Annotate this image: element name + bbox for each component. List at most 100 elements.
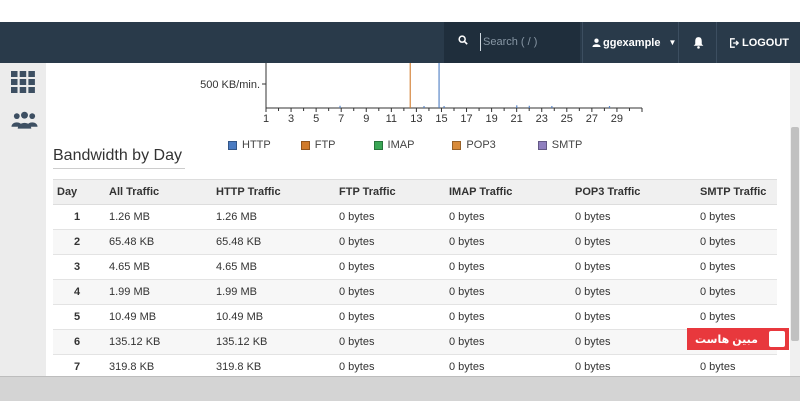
- x-tick-label: 13: [410, 113, 422, 125]
- x-tick-label: 5: [313, 113, 319, 125]
- legend-item[interactable]: FTP: [300, 139, 336, 151]
- column-header: Day: [53, 179, 101, 205]
- traffic-cell: 319.8 KB: [208, 354, 331, 376]
- user-menu[interactable]: ggexample ▼: [582, 22, 679, 63]
- traffic-cell: 0 bytes: [441, 229, 567, 255]
- traffic-cell: 1.26 MB: [208, 204, 331, 230]
- traffic-cell: 4.65 MB: [208, 254, 331, 280]
- traffic-cell: 65.48 KB: [101, 229, 208, 255]
- users-group-icon[interactable]: [11, 111, 38, 129]
- traffic-cell: 0 bytes: [331, 329, 441, 355]
- table-row: 4 1.99 MB 1.99 MB 0 bytes 0 bytes 0 bytes 0 by…: [53, 279, 777, 305]
- search-box[interactable]: [444, 22, 580, 63]
- chart-bar: [551, 106, 553, 108]
- table-row: 3 4.65 MB 4.65 MB 0 bytes 0 bytes 0 bytes 0 by…: [53, 254, 777, 280]
- x-tick-label: 21: [511, 113, 523, 125]
- traffic-cell: 0 bytes: [567, 354, 692, 376]
- table-row: 1 1.26 MB 1.26 MB 0 bytes 0 bytes 0 bytes 0 by…: [53, 204, 777, 230]
- x-tick-label: 23: [536, 113, 548, 125]
- day-cell: 4: [53, 279, 101, 305]
- traffic-cell: 65.48 KB: [208, 229, 331, 255]
- legend-label: IMAP: [387, 139, 415, 151]
- legend-swatch: [452, 140, 462, 150]
- traffic-cell: 135.12 KB: [101, 329, 208, 355]
- traffic-cell: 0 bytes: [692, 279, 777, 305]
- legend-item[interactable]: SMTP: [537, 139, 583, 151]
- traffic-cell: 0 bytes: [692, 204, 777, 230]
- column-header: FTP Traffic: [331, 179, 441, 205]
- section-title: Bandwidth by Day: [53, 147, 185, 169]
- x-tick-label: 17: [460, 113, 472, 125]
- chart-bar: [409, 63, 411, 108]
- chart-legend: HTTP FTP IMAP POP3 SMTP: [228, 139, 582, 151]
- x-tick-label: 29: [611, 113, 623, 125]
- legend-label: SMTP: [551, 139, 583, 151]
- x-tick-label: 1: [263, 113, 269, 125]
- traffic-cell: 1.26 MB: [101, 204, 208, 230]
- grid-icon[interactable]: [11, 71, 35, 93]
- watermark-text: مبین هاست: [695, 333, 758, 346]
- traffic-cell: 0 bytes: [567, 254, 692, 280]
- scrollbar[interactable]: [790, 63, 800, 376]
- x-tick-label: 9: [363, 113, 369, 125]
- logout-label: LOGOUT: [741, 36, 790, 49]
- traffic-cell: 0 bytes: [567, 229, 692, 255]
- legend-item[interactable]: IMAP: [373, 139, 415, 151]
- chart-bar: [423, 106, 425, 108]
- legend-label: POP3: [466, 139, 496, 151]
- traffic-cell: 135.12 KB: [208, 329, 331, 355]
- x-tick-label: 3: [288, 113, 294, 125]
- traffic-cell: 0 bytes: [567, 279, 692, 305]
- notifications-button[interactable]: [678, 22, 717, 63]
- traffic-cell: 0 bytes: [692, 304, 777, 330]
- legend-label: HTTP: [242, 139, 271, 151]
- legend-item[interactable]: POP3: [452, 139, 496, 151]
- search-input[interactable]: [480, 33, 577, 51]
- traffic-cell: 0 bytes: [441, 329, 567, 355]
- chevron-down-icon: ▼: [668, 38, 677, 47]
- traffic-cell: 0 bytes: [331, 279, 441, 305]
- watermark-logo-icon: [769, 331, 785, 347]
- traffic-cell: 0 bytes: [692, 254, 777, 280]
- traffic-cell: 0 bytes: [331, 204, 441, 230]
- traffic-cell: 0 bytes: [331, 229, 441, 255]
- traffic-cell: 10.49 MB: [101, 304, 208, 330]
- bell-icon: [693, 37, 703, 49]
- traffic-cell: 0 bytes: [692, 229, 777, 255]
- browser-frame: ggexample ▼ LOGOUT: [0, 22, 800, 376]
- traffic-cell: 4.65 MB: [101, 254, 208, 280]
- day-cell: 3: [53, 254, 101, 280]
- column-header: IMAP Traffic: [441, 179, 567, 205]
- traffic-cell: 0 bytes: [441, 204, 567, 230]
- column-header: All Traffic: [101, 179, 208, 205]
- day-cell: 7: [53, 354, 101, 376]
- traffic-cell: 0 bytes: [567, 204, 692, 230]
- day-cell: 5: [53, 304, 101, 330]
- legend-swatch: [228, 140, 237, 150]
- table-row: 2 65.48 KB 65.48 KB 0 bytes 0 bytes 0 bytes 0 …: [53, 229, 777, 255]
- traffic-cell: 0 bytes: [331, 254, 441, 280]
- table-row: 5 10.49 MB 10.49 MB 0 bytes 0 bytes 0 bytes 0 …: [53, 304, 777, 330]
- legend-swatch: [373, 140, 383, 150]
- legend-swatch: [537, 140, 547, 150]
- search-icon: [458, 35, 468, 45]
- x-tick-label: 7: [338, 113, 344, 125]
- column-header: POP3 Traffic: [567, 179, 692, 205]
- traffic-cell: 0 bytes: [441, 279, 567, 305]
- table-row: 7 319.8 KB 319.8 KB 0 bytes 0 bytes 0 bytes 0 …: [53, 354, 777, 376]
- chart-bar: [516, 105, 518, 108]
- traffic-cell: 0 bytes: [331, 304, 441, 330]
- x-tick-label: 27: [586, 113, 598, 125]
- traffic-cell: 0 bytes: [331, 354, 441, 376]
- logout-button[interactable]: LOGOUT: [716, 22, 800, 63]
- day-cell: 6: [53, 329, 101, 355]
- legend-label: FTP: [314, 139, 336, 151]
- x-tick-label: 11: [386, 113, 397, 125]
- column-header: SMTP Traffic: [692, 179, 777, 205]
- legend-item[interactable]: HTTP: [228, 139, 271, 151]
- scrollbar-thumb[interactable]: [791, 127, 799, 341]
- bandwidth-chart: 500 KB/min.1 3 5 7 9 11 13 15 17 19 21 23 25 27 29: [200, 63, 643, 125]
- day-cell: 2: [53, 229, 101, 255]
- y-tick-label: 500 KB/min.: [200, 79, 260, 91]
- chart-bar: [528, 105, 530, 108]
